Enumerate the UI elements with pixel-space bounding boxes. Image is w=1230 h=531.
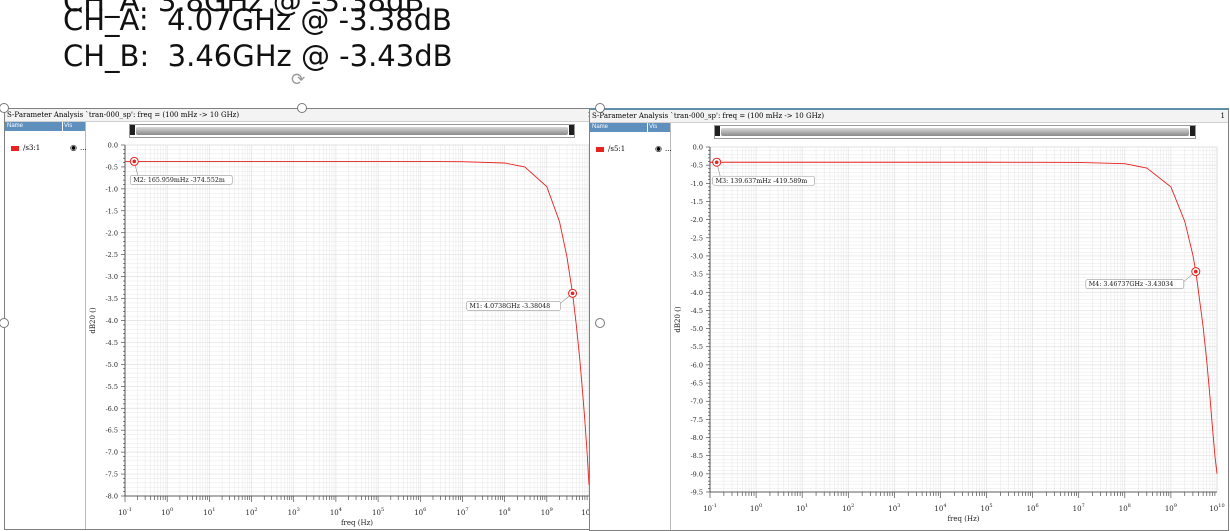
y-tick-label: -3.5 bbox=[105, 295, 118, 303]
x-tick-label: 101 bbox=[796, 503, 808, 513]
x-tick-label: 107 bbox=[456, 507, 468, 517]
y-tick-label: -8.0 bbox=[690, 434, 703, 442]
y-tick-label: -1.0 bbox=[690, 180, 703, 188]
x-tick-label: 103 bbox=[888, 503, 900, 513]
marker-label: M1: 4.0738GHz -3.38048 bbox=[470, 303, 551, 310]
marker-label: M2: 165.959mHz -374.552m bbox=[133, 177, 225, 184]
x-tick-label: 10-1 bbox=[118, 507, 132, 517]
y-tick-label: -4.5 bbox=[690, 307, 703, 315]
x-tick-label: 109 bbox=[541, 507, 553, 517]
y-tick-label: -5.0 bbox=[105, 361, 118, 369]
x-tick-label: 106 bbox=[414, 507, 426, 517]
x-tick-label: 108 bbox=[1119, 503, 1131, 513]
marker-dot bbox=[714, 160, 719, 165]
x-axis-label: freq (Hz) bbox=[947, 515, 979, 523]
y-tick-label: -3.0 bbox=[690, 252, 703, 260]
x-tick-label: 103 bbox=[288, 507, 300, 517]
y-tick-label: -9.0 bbox=[690, 470, 703, 478]
y-tick-label: -7.5 bbox=[690, 416, 703, 424]
x-tick-label: 10-1 bbox=[703, 503, 717, 513]
marker-dot bbox=[570, 291, 575, 296]
y-tick-label: 0.0 bbox=[108, 142, 118, 150]
y-tick-label: -8.0 bbox=[105, 493, 118, 501]
marker-dot bbox=[1193, 269, 1198, 274]
x-tick-label: 102 bbox=[842, 503, 854, 513]
x-tick-label: 100 bbox=[161, 507, 173, 517]
y-tick-label: -0.5 bbox=[690, 162, 703, 170]
y-tick-label: -6.5 bbox=[105, 427, 118, 435]
y-tick-label: 0.0 bbox=[693, 144, 703, 152]
selection-handle[interactable] bbox=[595, 103, 605, 113]
y-tick-label: -7.0 bbox=[690, 398, 703, 406]
x-tick-label: 100 bbox=[750, 503, 762, 513]
x-tick-label: 102 bbox=[245, 507, 257, 517]
rotate-handle-icon[interactable]: ⟳ bbox=[291, 70, 305, 90]
x-tick-label: 101 bbox=[203, 507, 215, 517]
y-tick-label: -4.0 bbox=[105, 317, 118, 325]
x-tick-label: 104 bbox=[330, 507, 342, 517]
chart-panel-2: S-Parameter Analysis `tran-000_sp': freq… bbox=[589, 108, 1229, 531]
x-axis-label: freq (Hz) bbox=[341, 519, 373, 527]
selection-handle[interactable] bbox=[297, 103, 307, 113]
x-tick-label: 109 bbox=[1165, 503, 1177, 513]
y-axis-label: dB20 () bbox=[674, 306, 682, 332]
y-tick-label: -2.0 bbox=[690, 216, 703, 224]
x-tick-label: 104 bbox=[934, 503, 946, 513]
marker-label: M4: 3.46737GHz -3.43034 bbox=[1089, 281, 1174, 288]
y-tick-label: -9.5 bbox=[690, 489, 703, 497]
chart-panel-1: S-Parameter Analysis `tran-000_sp': freq… bbox=[4, 108, 596, 530]
x-tick-label: 1010 bbox=[1209, 503, 1224, 513]
headline-ch-a: CH_A: 4.07GHz @ -3.38dB bbox=[63, 3, 452, 37]
y-tick-label: -6.5 bbox=[690, 380, 703, 388]
y-tick-label: -6.0 bbox=[690, 361, 703, 369]
y-tick-label: -7.5 bbox=[105, 471, 118, 479]
headline-ch-b: CH_B: 3.46GHz @ -3.43dB bbox=[63, 39, 453, 73]
y-tick-label: -4.0 bbox=[690, 289, 703, 297]
y-tick-label: -5.5 bbox=[105, 383, 118, 391]
y-tick-label: -4.5 bbox=[105, 339, 118, 347]
s-param-chart-2: 0.0 -0.5 -1.0 -1.5 -2.0 -2.5 -3.0 -3.5 -4.0 -4.5 -… bbox=[674, 144, 1225, 524]
y-tick-label: -1.0 bbox=[105, 185, 118, 193]
x-tick-label: 106 bbox=[1027, 503, 1039, 513]
selection-handle[interactable] bbox=[595, 318, 605, 328]
y-tick-label: -3.0 bbox=[105, 273, 118, 281]
y-tick-label: -2.0 bbox=[105, 229, 118, 237]
y-tick-label: -3.5 bbox=[690, 271, 703, 279]
x-tick-label: 105 bbox=[980, 503, 992, 513]
y-axis-label: dB20 () bbox=[89, 307, 97, 333]
s-param-chart-1: 0.0 -0.5 -1.0 -1.5 -2.0 -2.5 -3.0 -3.5 -4.0 -4.5 -… bbox=[89, 142, 595, 528]
y-tick-label: -2.5 bbox=[690, 234, 703, 242]
y-tick-label: -5.0 bbox=[690, 325, 703, 333]
plot-area bbox=[709, 146, 1218, 493]
y-tick-label: -0.5 bbox=[105, 163, 118, 171]
y-tick-label: -1.5 bbox=[105, 207, 118, 215]
y-tick-label: -7.0 bbox=[105, 449, 118, 457]
y-tick-label: -6.0 bbox=[105, 405, 118, 413]
marker-label: M3: 139.637mHz -419.589m bbox=[716, 178, 808, 185]
x-tick-label: 105 bbox=[372, 507, 384, 517]
y-tick-label: -2.5 bbox=[105, 251, 118, 259]
y-tick-label: -5.5 bbox=[690, 343, 703, 351]
x-tick-label: 107 bbox=[1073, 503, 1085, 513]
marker-dot bbox=[132, 159, 137, 164]
x-tick-label: 108 bbox=[499, 507, 511, 517]
y-tick-label: -1.5 bbox=[690, 198, 703, 206]
y-tick-label: -8.5 bbox=[690, 452, 703, 460]
